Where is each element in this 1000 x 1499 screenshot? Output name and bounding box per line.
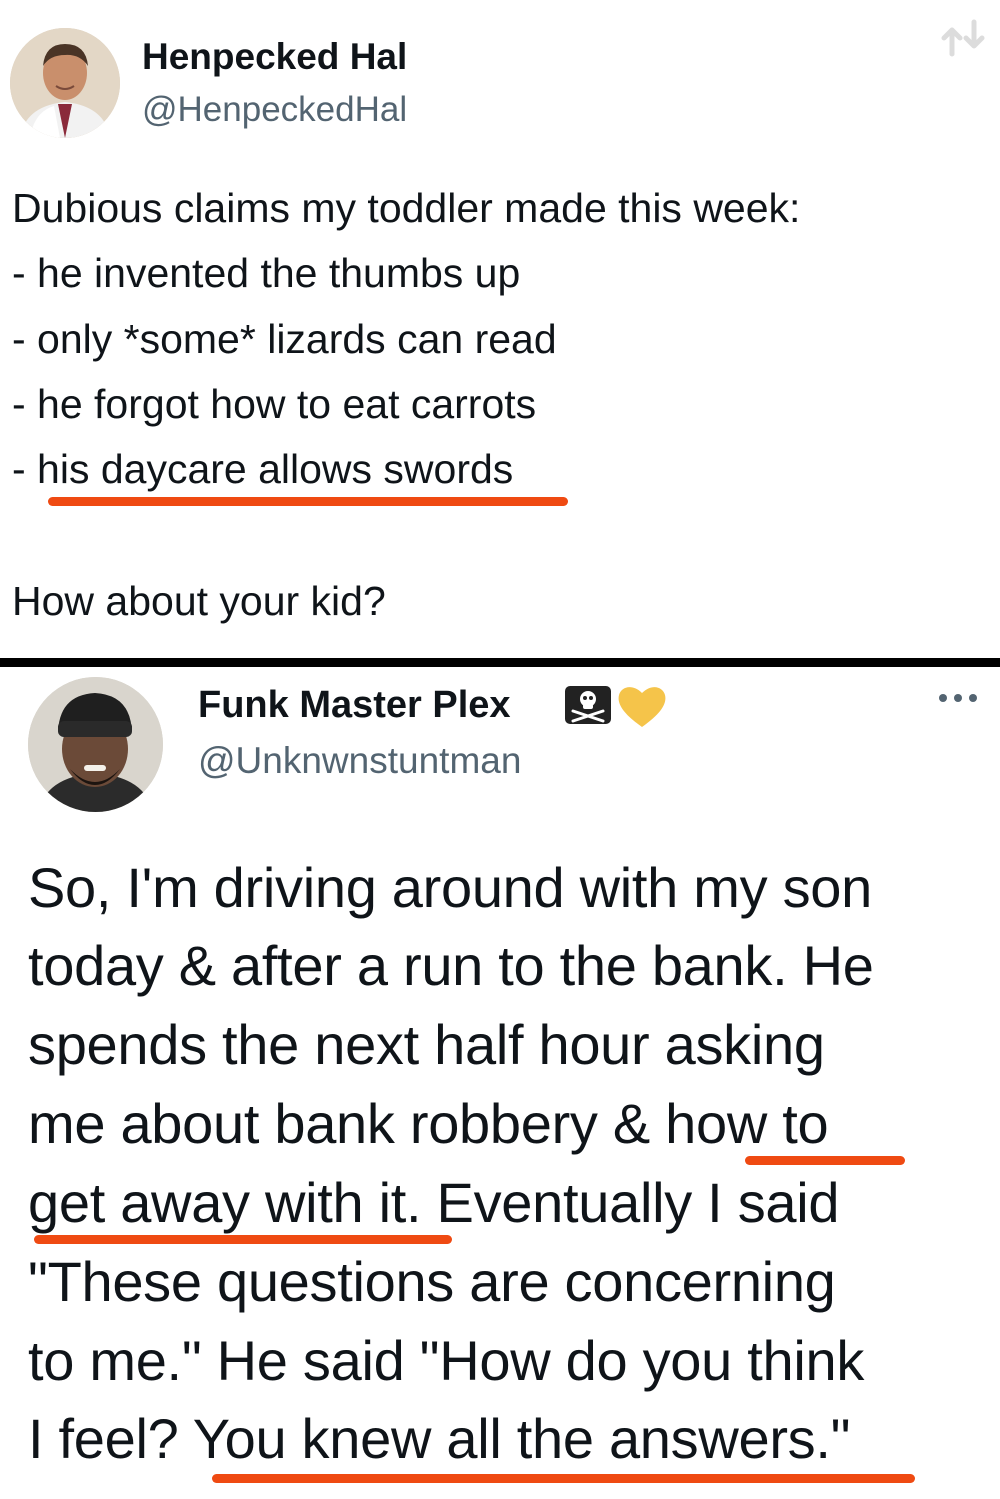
yellow-heart-icon: [616, 683, 668, 729]
more-options-icon[interactable]: [935, 687, 981, 709]
tweet-text-line: I feel? You knew all the answers.": [28, 1407, 851, 1470]
user-handle[interactable]: @HenpeckedHal: [142, 90, 407, 130]
display-name[interactable]: Henpecked Hal: [142, 36, 407, 78]
pirate-flag-icon: [564, 685, 612, 725]
user-handle[interactable]: @Unknwnstuntman: [198, 740, 521, 782]
tweet-text-line: Dubious claims my toddler made this week…: [12, 185, 801, 231]
highlight-underline: [745, 1156, 905, 1165]
tweet-text-line: "These questions are concerning: [28, 1250, 836, 1313]
avatar-photo-icon: [10, 28, 120, 138]
display-name[interactable]: Funk Master Plex: [198, 684, 511, 727]
avatar[interactable]: [10, 28, 120, 138]
tweet-text-line: me about bank robbery & how to: [28, 1092, 829, 1155]
share-arrows-icon: [938, 12, 990, 64]
highlight-underline: [48, 497, 568, 506]
highlight-underline: [34, 1235, 452, 1244]
tweet-text-line: - he forgot how to eat carrots: [12, 381, 537, 427]
highlight-underline: [212, 1474, 915, 1483]
tweet-text-line: - he invented the thumbs up: [12, 250, 521, 296]
tweet-funk-master-plex: Funk Master Plex @Unknwnstuntman So, I'm…: [0, 667, 1000, 1499]
tweet-closing-question: How about your kid?: [12, 578, 386, 624]
image-divider: [0, 658, 1000, 667]
tweet-text-line: - only *some* lizards can read: [12, 316, 557, 362]
tweet-text-line: spends the next half hour asking: [28, 1013, 825, 1076]
tweet-text-line: - his daycare allows swords: [12, 446, 514, 492]
tweet-henpecked-hal: Henpecked Hal @HenpeckedHal Dubious clai…: [0, 0, 1000, 658]
tweet-text-line: get away with it. Eventually I said: [28, 1171, 840, 1234]
tweet-text-line: today & after a run to the bank. He: [28, 934, 874, 997]
tweet-text-line: So, I'm driving around with my son: [28, 856, 872, 919]
avatar-photo-icon: [28, 677, 163, 812]
tweet-text-line: to me." He said "How do you think: [28, 1329, 865, 1392]
avatar[interactable]: [28, 677, 163, 812]
